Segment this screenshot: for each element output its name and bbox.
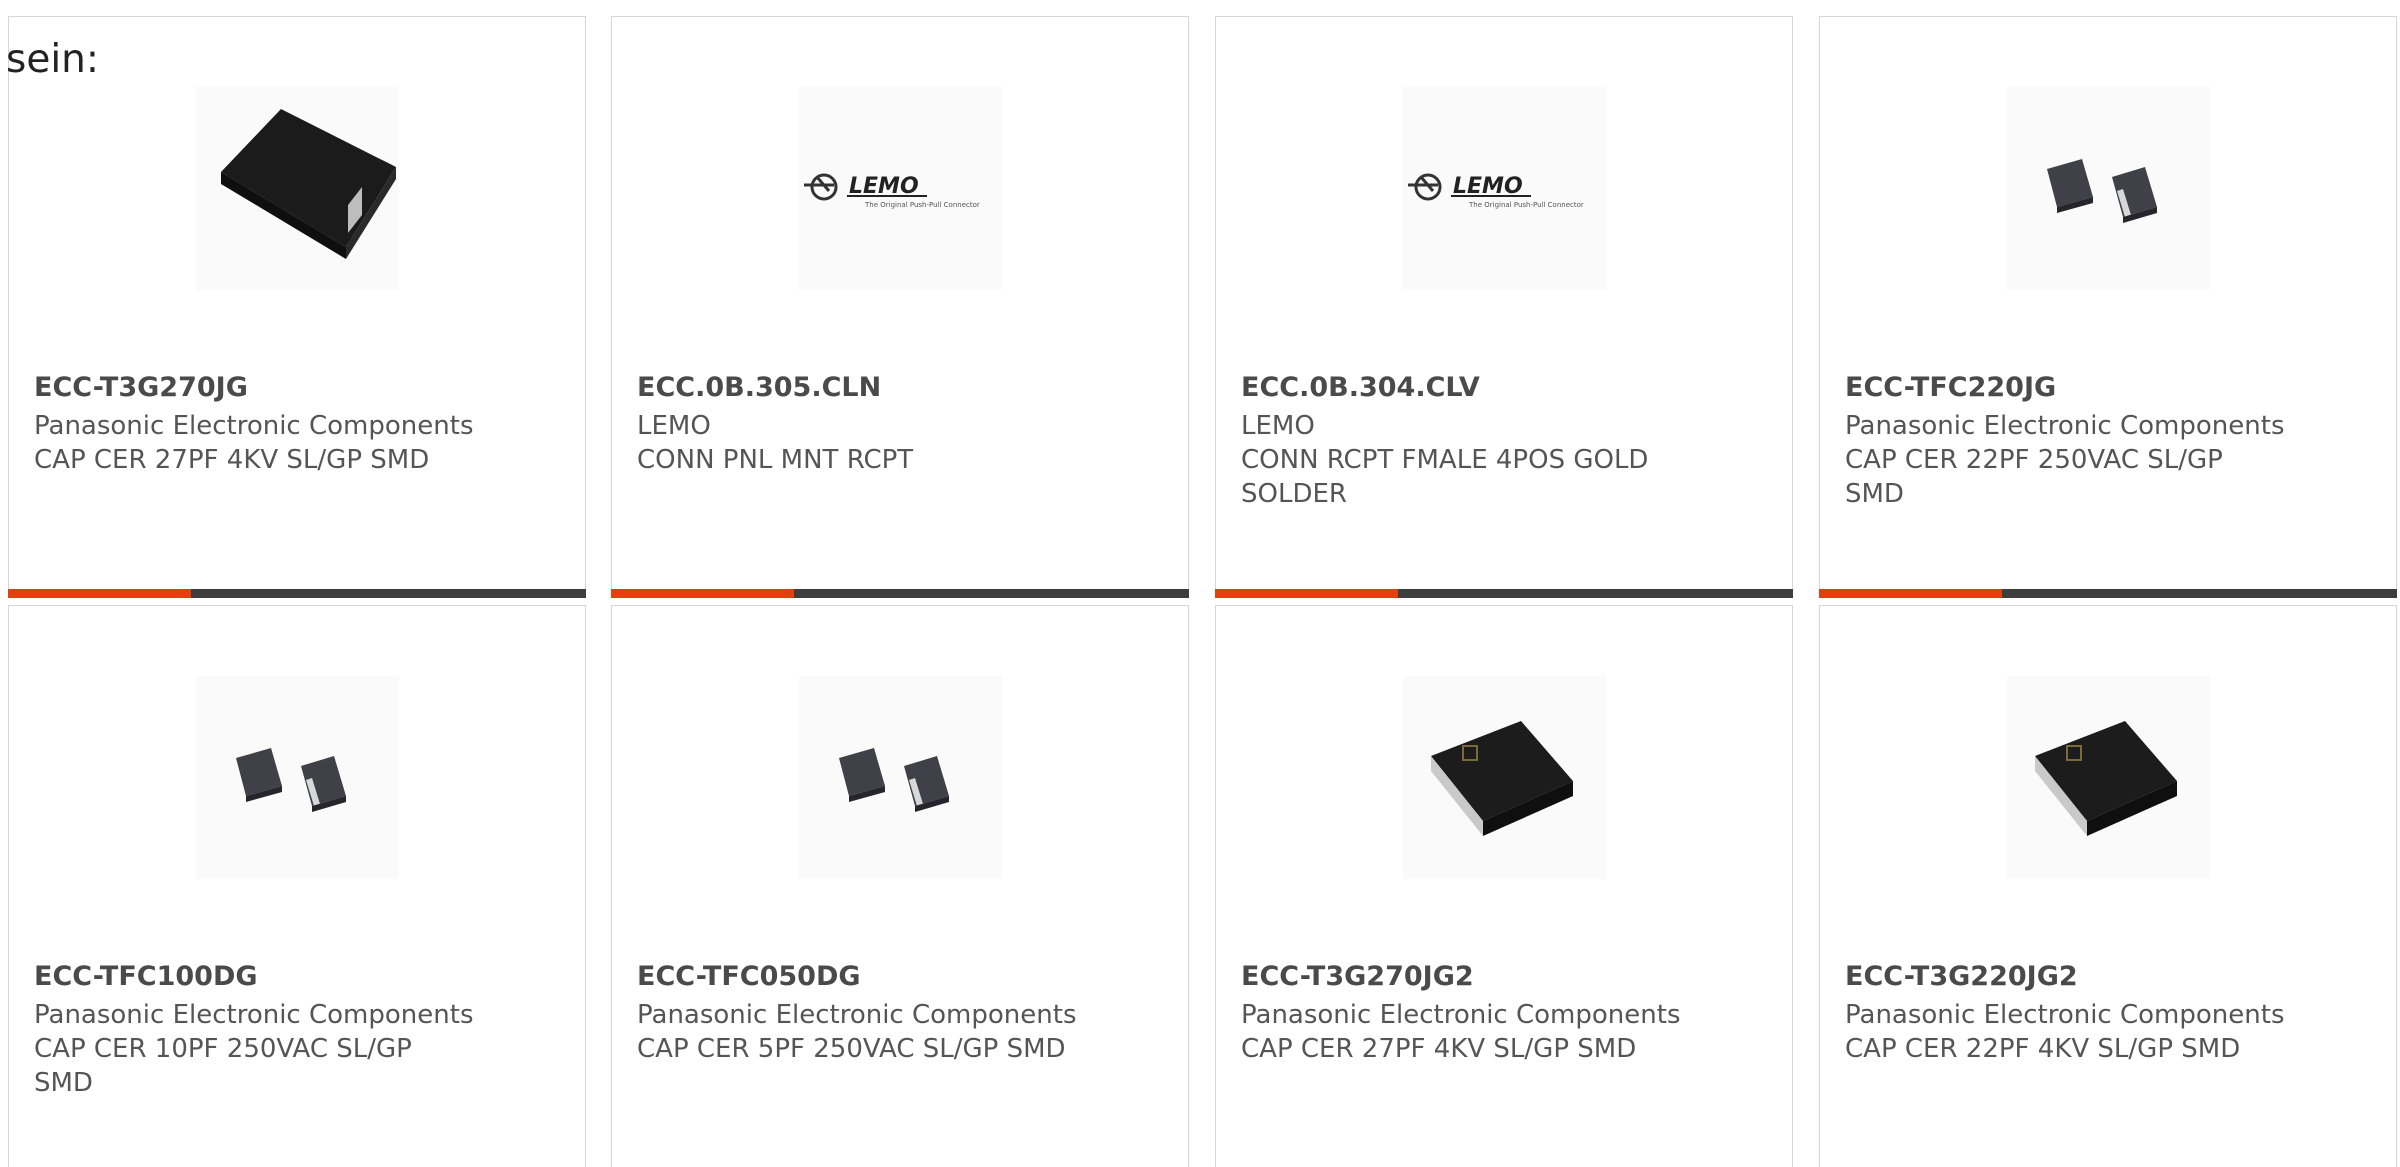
product-image[interactable]: LEMO The Original Push-Pull Connector [799,87,1002,290]
manufacturer: Panasonic Electronic Components [1845,411,2285,441]
part-number[interactable]: ECC.0B.304.CLV [1241,371,1480,405]
product-card[interactable]: ECC-T3G270JG2 Panasonic Electronic Compo… [1215,605,1793,1167]
product-image[interactable] [2007,87,2210,290]
product-card[interactable]: LEMO The Original Push-Pull Connector EC… [611,16,1189,598]
manufacturer: Panasonic Electronic Components [637,1000,1077,1030]
manufacturer: Panasonic Electronic Components [34,411,474,441]
product-image[interactable] [196,676,399,879]
description: CAP CER 5PF 250VAC SL/GP SMD [637,1034,1066,1064]
product-card[interactable]: LEMO The Original Push-Pull Connector EC… [1215,16,1793,598]
product-image[interactable] [196,87,399,290]
part-number[interactable]: ECC-TFC220JG [1845,371,2056,405]
description: CONN PNL MNT RCPT [637,445,914,475]
manufacturer: Panasonic Electronic Components [1845,1000,2285,1030]
black-smd-capacitor-marked-icon [1403,676,1606,879]
black-smd-capacitor-marked-icon [2007,676,2210,879]
manufacturer: Panasonic Electronic Components [34,1000,474,1030]
manufacturer: LEMO [637,411,711,441]
two-smd-capacitors-icon [799,676,1002,879]
accent-bar [1215,589,1398,598]
description: CONN RCPT FMALE 4POS GOLD SOLDER [1241,445,1649,509]
part-number[interactable]: ECC-T3G270JG2 [1241,960,1474,994]
product-card[interactable]: ECC-TFC100DG Panasonic Electronic Compon… [8,605,586,1167]
part-number[interactable]: ECC-T3G270JG [34,371,248,405]
accent-bar [1819,589,2002,598]
svg-text:The Original Push-Pull Connect: The Original Push-Pull Connector [864,201,980,209]
part-number[interactable]: ECC-T3G220JG2 [1845,960,2078,994]
card-bottom-bar [1215,589,1793,598]
part-number[interactable]: ECC.0B.305.CLN [637,371,881,405]
svg-text:The Original Push-Pull Connect: The Original Push-Pull Connector [1468,201,1584,209]
accent-bar [8,589,191,598]
card-bottom-bar [611,589,1189,598]
card-bottom-bar [1819,589,2397,598]
description: CAP CER 22PF 250VAC SL/GP SMD [1845,445,2223,509]
product-card[interactable]: ECC-T3G270JG Panasonic Electronic Compon… [8,16,586,598]
card-bottom-bar [8,589,586,598]
two-smd-capacitors-icon [2007,87,2210,290]
product-image[interactable]: LEMO The Original Push-Pull Connector [1403,87,1606,290]
lemo-logo-icon: LEMO The Original Push-Pull Connector [1403,87,1606,290]
product-card[interactable]: ECC-T3G220JG2 Panasonic Electronic Compo… [1819,605,2397,1167]
product-grid-page: sein: ECC-T3G270JG Panasonic Electronic … [0,0,2400,1167]
product-card[interactable]: ECC-TFC050DG Panasonic Electronic Compon… [611,605,1189,1167]
part-number[interactable]: ECC-TFC050DG [637,960,861,994]
product-image[interactable] [799,676,1002,879]
description: CAP CER 27PF 4KV SL/GP SMD [1241,1034,1637,1064]
two-smd-capacitors-icon [196,676,399,879]
manufacturer: Panasonic Electronic Components [1241,1000,1681,1030]
description: CAP CER 22PF 4KV SL/GP SMD [1845,1034,2241,1064]
description: CAP CER 10PF 250VAC SL/GP SMD [34,1034,412,1098]
lead-text: sein: [6,37,100,82]
lemo-logo-icon: LEMO The Original Push-Pull Connector [799,87,1002,290]
manufacturer: LEMO [1241,411,1315,441]
description: CAP CER 27PF 4KV SL/GP SMD [34,445,430,475]
black-smd-capacitor-icon [196,87,399,290]
product-image[interactable] [1403,676,1606,879]
product-card[interactable]: ECC-TFC220JG Panasonic Electronic Compon… [1819,16,2397,598]
accent-bar [611,589,794,598]
part-number[interactable]: ECC-TFC100DG [34,960,258,994]
product-image[interactable] [2007,676,2210,879]
